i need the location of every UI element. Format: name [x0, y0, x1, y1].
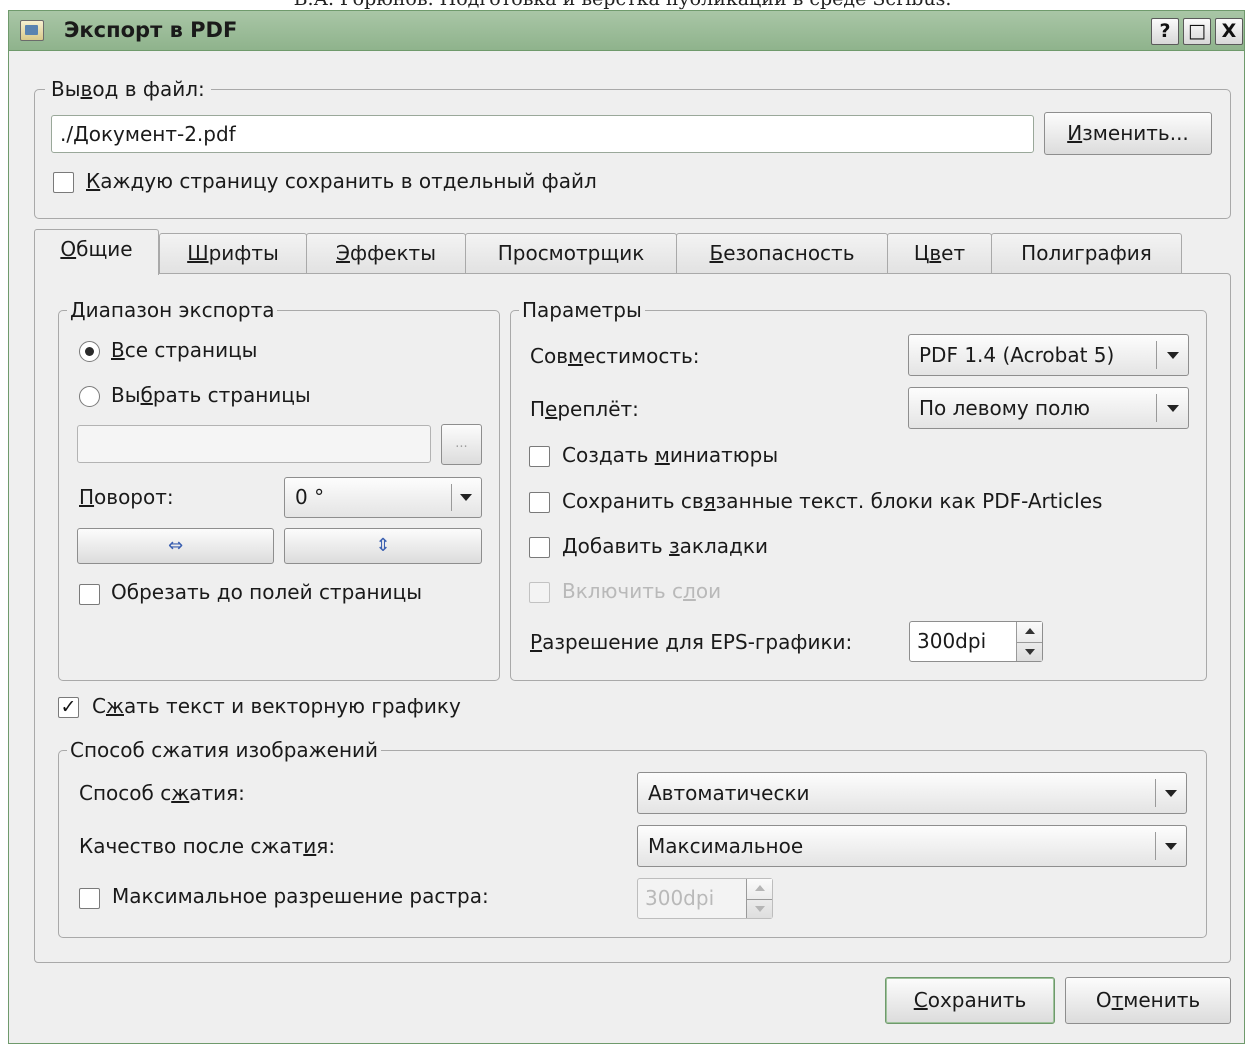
select-pages-label: Выбрать страницы: [111, 383, 311, 407]
compress-text-checkbox[interactable]: ✓: [58, 697, 79, 718]
page-caption: В.А. Горюнов. Подготовка и вёрстка публи…: [0, 0, 1245, 10]
change-file-button[interactable]: Изменить...: [1044, 112, 1212, 155]
window-title: Экспорт в PDF: [64, 18, 238, 42]
binding-label: Переплёт:: [530, 397, 639, 421]
export-pdf-dialog: Экспорт в PDF ? □ X Вывод в файл: ./Доку…: [8, 10, 1245, 1044]
compression-quality-label: Качество после сжатия:: [79, 834, 336, 858]
select-pages-radio[interactable]: [79, 386, 100, 407]
clip-to-margins-label: Обрезать до полей страницы: [111, 580, 423, 604]
articles-checkbox[interactable]: [529, 492, 550, 513]
compatibility-select[interactable]: PDF 1.4 (Acrobat 5): [908, 334, 1189, 376]
output-file-input[interactable]: ./Документ-2.pdf: [51, 115, 1034, 153]
tab-general[interactable]: Общие: [34, 229, 159, 275]
tab-color[interactable]: Цвет: [887, 233, 992, 273]
parameters-legend: Параметры: [522, 298, 642, 322]
layers-checkbox[interactable]: [529, 582, 550, 603]
articles-label: Сохранить связанные текст. блоки как PDF…: [562, 489, 1103, 513]
compress-text-label: Сжать текст и векторную графику: [92, 694, 461, 718]
tab-prepress[interactable]: Полиграфия: [991, 233, 1182, 273]
app-icon: [20, 20, 44, 41]
all-pages-radio[interactable]: [79, 341, 100, 362]
compression-quality-select[interactable]: Максимальное: [637, 825, 1187, 867]
browse-pages-button[interactable]: ...: [441, 424, 482, 465]
all-pages-label: Все страницы: [111, 338, 258, 362]
spin-down-icon[interactable]: [755, 906, 765, 912]
thumbnails-checkbox[interactable]: [529, 446, 550, 467]
flip-vertical-icon: ⇕: [375, 535, 391, 556]
chevron-down-icon: [1165, 843, 1177, 850]
rotation-label: Поворот:: [79, 485, 174, 509]
chevron-down-icon: [1167, 405, 1179, 412]
bookmarks-label: Добавить закладки: [562, 534, 768, 558]
chevron-down-icon: [460, 494, 472, 501]
clip-to-margins-checkbox[interactable]: [79, 584, 100, 605]
tab-effects[interactable]: Эффекты: [306, 233, 466, 273]
separate-files-checkbox[interactable]: [53, 172, 74, 193]
cancel-button[interactable]: Отменить: [1065, 977, 1231, 1024]
title-bar[interactable]: Экспорт в PDF ? □ X: [9, 11, 1244, 51]
compatibility-label: Совместимость:: [530, 344, 700, 368]
compression-method-select[interactable]: Автоматически: [637, 772, 1187, 814]
tab-viewer[interactable]: Просмотрщик: [465, 233, 677, 273]
max-resolution-spinbox[interactable]: 300dpi: [637, 878, 773, 919]
eps-resolution-label: Разрешение для EPS-графики:: [530, 630, 853, 654]
spin-up-icon[interactable]: [755, 885, 765, 891]
pages-input[interactable]: [77, 425, 431, 463]
tab-security[interactable]: Безопасность: [676, 233, 888, 273]
flip-horizontal-button[interactable]: ⇔: [77, 528, 274, 564]
chevron-down-icon: [1167, 352, 1179, 359]
chevron-down-icon: [1165, 790, 1177, 797]
binding-select[interactable]: По левому полю: [908, 387, 1189, 429]
layers-label: Включить слои: [562, 579, 722, 603]
flip-horizontal-icon: ⇔: [167, 535, 184, 556]
save-button[interactable]: Сохранить: [885, 977, 1055, 1024]
maximize-button[interactable]: □: [1183, 18, 1211, 45]
separate-files-label: Каждую страницу сохранить в отдельный фа…: [86, 169, 597, 193]
export-range-legend: Диапазон экспорта: [70, 298, 275, 322]
image-compression-legend: Способ сжатия изображений: [70, 738, 379, 762]
bookmarks-checkbox[interactable]: [529, 537, 550, 558]
tab-fonts[interactable]: Шрифты: [159, 233, 307, 273]
rotation-select[interactable]: 0 °: [284, 477, 482, 518]
output-file-legend: Вывод в файл:: [51, 77, 205, 101]
close-button[interactable]: X: [1215, 18, 1243, 45]
spin-down-icon[interactable]: [1025, 649, 1035, 655]
spin-up-icon[interactable]: [1025, 628, 1035, 634]
help-button[interactable]: ?: [1151, 18, 1179, 45]
max-resolution-checkbox[interactable]: [79, 888, 100, 909]
flip-vertical-button[interactable]: ⇕: [284, 528, 482, 564]
compression-method-label: Способ сжатия:: [79, 781, 245, 805]
eps-resolution-spinbox[interactable]: 300dpi: [909, 621, 1043, 662]
thumbnails-label: Создать миниатюры: [562, 443, 779, 467]
max-resolution-label: Максимальное разрешение растра:: [112, 884, 489, 908]
